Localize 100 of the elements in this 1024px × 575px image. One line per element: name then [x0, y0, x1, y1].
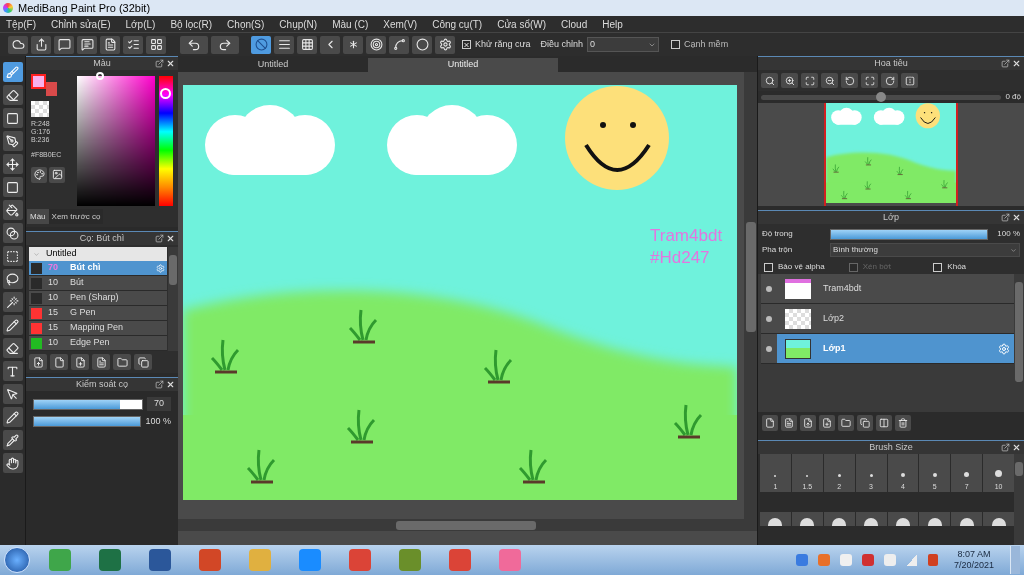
menu-item[interactable]: Màu (C)	[332, 16, 369, 32]
menu-item[interactable]: Bộ lọc(R)	[170, 16, 213, 32]
menu-item[interactable]: Chụp(N)	[279, 16, 318, 32]
menu-item[interactable]: Cửa sổ(W)	[497, 16, 547, 32]
document-icon[interactable]	[781, 415, 797, 431]
start-button-icon[interactable]	[4, 547, 30, 573]
rotate-left-icon[interactable]	[841, 73, 858, 88]
grid-icon[interactable]	[146, 35, 166, 54]
pipette-icon[interactable]	[2, 430, 23, 450]
folder-icon[interactable]	[113, 354, 131, 370]
new-file-icon[interactable]	[50, 354, 68, 370]
bucket-icon[interactable]	[2, 200, 23, 220]
background-color-swatch[interactable]	[46, 82, 57, 96]
trash-icon[interactable]	[895, 415, 911, 431]
close-icon[interactable]	[166, 380, 175, 389]
document-tab[interactable]: Untitled	[368, 58, 558, 72]
radial-icon[interactable]	[343, 35, 363, 54]
foreground-color-swatch[interactable]	[31, 74, 46, 89]
zoom-out-icon[interactable]	[821, 73, 838, 88]
undock-icon[interactable]	[1001, 213, 1010, 222]
scrollbar[interactable]	[168, 247, 178, 351]
list-icon[interactable]	[123, 35, 143, 54]
brush-row[interactable]: 10 Bút	[29, 276, 167, 291]
duplicate-icon[interactable]	[857, 415, 873, 431]
speech-bubble-icon[interactable]	[54, 35, 74, 54]
menu-item[interactable]: Lớp(L)	[125, 16, 156, 32]
share-icon[interactable]	[31, 35, 51, 54]
curve-icon[interactable]	[389, 35, 409, 54]
transparent-swatch[interactable]	[31, 101, 49, 117]
palette-icon[interactable]	[31, 166, 47, 183]
settings-icon[interactable]	[435, 35, 455, 54]
merge-icon[interactable]	[876, 415, 892, 431]
close-icon[interactable]	[1012, 443, 1021, 452]
adjust-dropdown[interactable]: 0	[587, 37, 660, 52]
eraser-icon[interactable]	[2, 338, 23, 358]
brush-row[interactable]: 10 Pen (Sharp)	[29, 291, 167, 306]
add-file-icon[interactable]	[71, 354, 89, 370]
pencil-icon[interactable]	[2, 315, 23, 335]
hue-handle-icon[interactable]	[160, 87, 172, 99]
text-icon[interactable]	[2, 361, 23, 381]
slider-thumb[interactable]	[876, 91, 887, 102]
brush-row[interactable]: 15 Mapping Pen	[29, 321, 167, 336]
close-icon[interactable]	[1012, 213, 1021, 222]
undock-icon[interactable]	[155, 59, 164, 68]
brush-group-header[interactable]: Untitled	[29, 247, 167, 261]
menu-item[interactable]: Tệp(F)	[6, 16, 36, 32]
pencil-icon[interactable]	[2, 407, 23, 427]
close-icon[interactable]	[166, 59, 175, 68]
duplicate-icon[interactable]	[134, 354, 152, 370]
brush-row[interactable]: 15 G Pen	[29, 306, 167, 321]
tray-icon[interactable]	[861, 554, 874, 566]
menu-item[interactable]: Help	[602, 16, 623, 32]
document-icon[interactable]	[92, 354, 110, 370]
upload-icon[interactable]	[29, 354, 47, 370]
color-panel-tab[interactable]: Xem trước cọ	[48, 209, 104, 224]
brush-size-slider[interactable]	[33, 398, 143, 410]
move-icon[interactable]	[2, 154, 23, 174]
close-icon[interactable]	[1012, 59, 1021, 68]
close-icon[interactable]	[166, 234, 175, 243]
zoom-actual-icon[interactable]	[761, 73, 778, 88]
cloud-icon[interactable]	[8, 35, 28, 54]
folder-icon[interactable]	[838, 415, 854, 431]
fill-square-icon[interactable]	[2, 177, 23, 197]
comment-icon[interactable]	[77, 35, 97, 54]
grid-icon[interactable]	[297, 35, 317, 54]
import-icon[interactable]	[800, 415, 816, 431]
menu-item[interactable]: Chỉnh sửa(E)	[51, 16, 111, 32]
rotate-right-icon[interactable]	[881, 73, 898, 88]
menu-item[interactable]: Chọn(S)	[227, 16, 265, 32]
hue-slider[interactable]	[159, 76, 173, 206]
undock-icon[interactable]	[155, 380, 164, 389]
pen-icon[interactable]	[2, 131, 23, 151]
zoom-in-icon[interactable]	[781, 73, 798, 88]
picker-handle-icon[interactable]	[95, 72, 104, 80]
select-icon[interactable]	[2, 246, 23, 266]
hand-icon[interactable]	[2, 453, 23, 473]
menu-item[interactable]: Công cụ(T)	[432, 16, 483, 32]
scrollbar[interactable]	[1014, 454, 1024, 545]
eraser-icon[interactable]	[2, 85, 23, 105]
palette-image-icon[interactable]	[49, 166, 65, 183]
flip-icon[interactable]	[901, 73, 918, 88]
new-layer-icon[interactable]	[762, 415, 778, 431]
undock-icon[interactable]	[155, 234, 164, 243]
menu-item[interactable]: Cloud	[561, 16, 588, 32]
antialias-checkbox[interactable]	[462, 40, 471, 49]
redo-icon[interactable]	[211, 35, 239, 54]
undock-icon[interactable]	[1001, 443, 1010, 452]
soft-edge-checkbox[interactable]	[671, 40, 681, 49]
fit-icon[interactable]	[801, 73, 818, 88]
no-snap-icon[interactable]	[251, 35, 271, 54]
lasso-icon[interactable]	[2, 269, 23, 289]
square-icon[interactable]	[2, 108, 23, 128]
horizontal-scrollbar[interactable]	[178, 519, 757, 531]
vertical-scrollbar[interactable]	[744, 72, 757, 519]
add-layer-icon[interactable]	[819, 415, 835, 431]
undock-icon[interactable]	[1001, 59, 1010, 68]
rotation-slider[interactable]	[761, 94, 1002, 100]
perspective-icon[interactable]	[320, 35, 340, 54]
blend-dropdown[interactable]: Bình thường	[830, 243, 1020, 257]
speaker-icon[interactable]	[927, 554, 938, 566]
